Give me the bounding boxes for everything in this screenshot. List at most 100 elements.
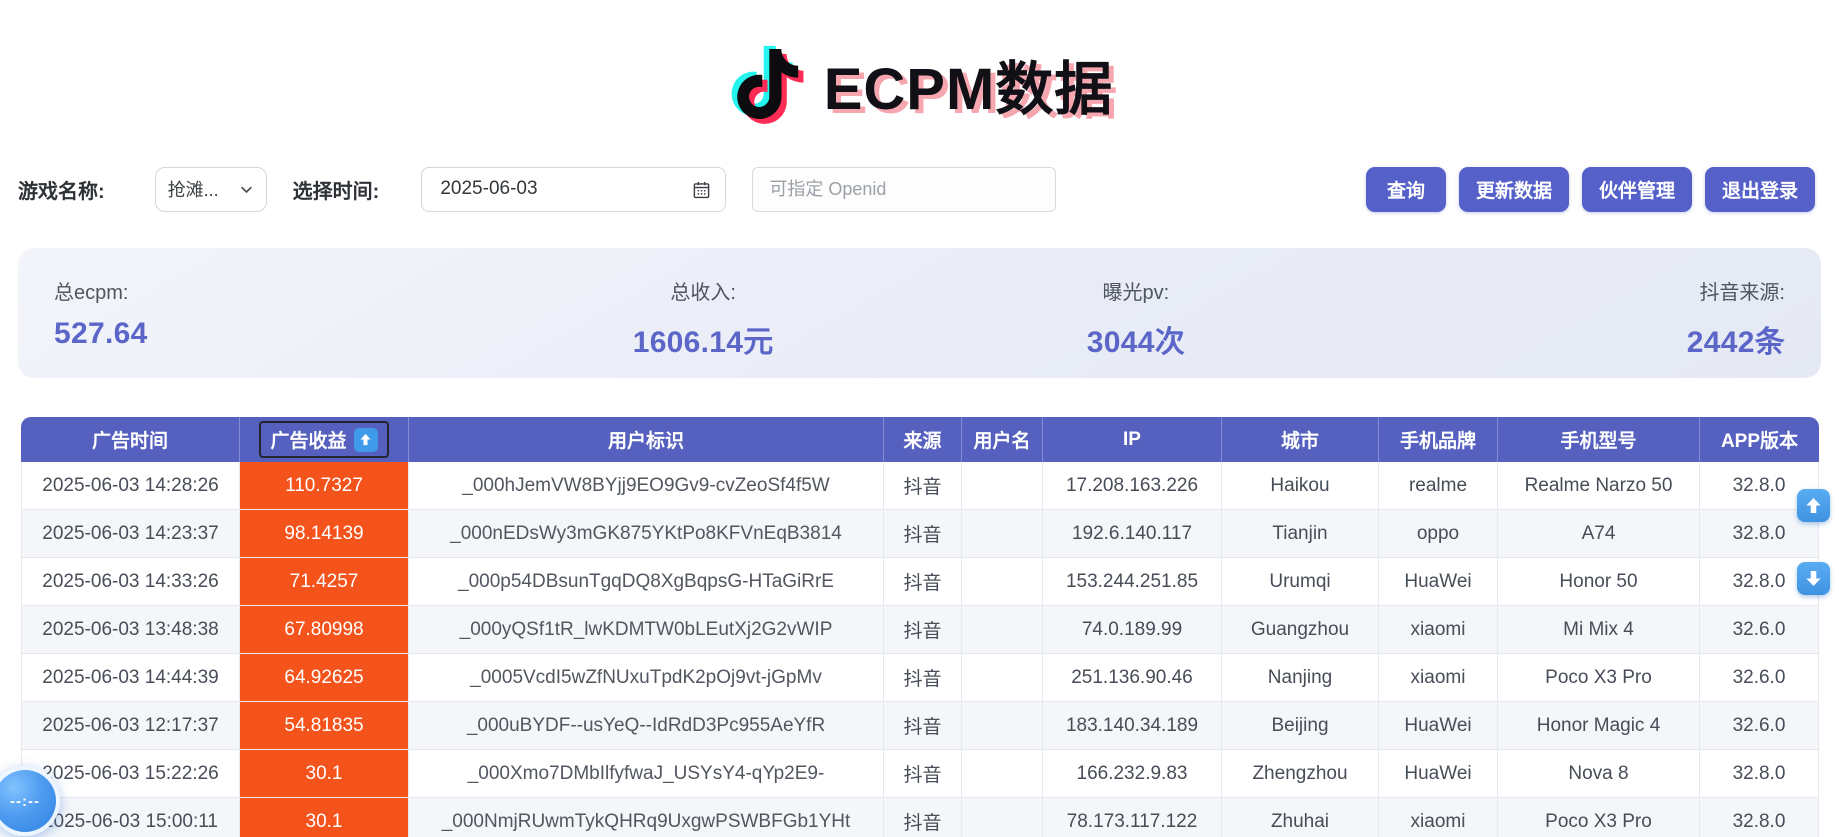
cell-username [962, 798, 1043, 837]
cell-phone-brand: realme [1379, 462, 1498, 510]
cell-app-version: 32.6.0 [1700, 606, 1819, 654]
cell-source: 抖音 [884, 654, 962, 702]
cell-app-version: 32.6.0 [1700, 654, 1819, 702]
arrow-up-icon [1804, 496, 1823, 515]
cell-user-id: _000Xmo7DMbIlfyfwaJ_USYsY4-qYp2E9- [409, 750, 884, 798]
logout-button[interactable]: 退出登录 [1705, 167, 1815, 212]
cell-ad-revenue: 98.14139 [240, 510, 409, 558]
cell-app-version: 32.8.0 [1700, 798, 1819, 837]
cell-ad-revenue: 67.80998 [240, 606, 409, 654]
cell-phone-model: A74 [1498, 510, 1700, 558]
game-name-label: 游戏名称: [18, 175, 105, 204]
cell-username [962, 510, 1043, 558]
table-row: 2025-06-03 14:33:26 71.4257 _000p54DBsun… [21, 558, 1819, 606]
tiktok-note-icon [726, 34, 810, 134]
cell-phone-model: Nova 8 [1498, 750, 1700, 798]
cell-phone-model: Honor Magic 4 [1498, 702, 1700, 750]
date-value: 2025-06-03 [440, 178, 537, 200]
cell-ad-revenue: 30.1 [240, 750, 409, 798]
cell-username [962, 702, 1043, 750]
table-row: 2025-06-03 12:17:37 54.81835 _000uBYDF--… [21, 702, 1819, 750]
cell-phone-model: Honor 50 [1498, 558, 1700, 606]
scroll-up-button[interactable] [1797, 489, 1830, 522]
cell-ad-time: 2025-06-03 12:17:37 [21, 702, 240, 750]
cell-ip: 183.140.34.189 [1043, 702, 1222, 750]
stat-label: 总收入: [487, 276, 920, 305]
cell-ip: 153.244.251.85 [1043, 558, 1222, 606]
cell-ip: 17.208.163.226 [1043, 462, 1222, 510]
page-title: ECPM数据 [824, 42, 1114, 126]
cell-app-version: 32.6.0 [1700, 702, 1819, 750]
revenue-sort-button[interactable]: 广告收益 [259, 421, 388, 458]
cell-source: 抖音 [884, 798, 962, 837]
cell-phone-model: Realme Narzo 50 [1498, 462, 1700, 510]
calendar-icon[interactable] [692, 180, 711, 199]
game-select[interactable]: 抢滩... [155, 167, 267, 212]
table-row: 2025-06-03 15:22:26 30.1 _000Xmo7DMbIlfy… [21, 750, 1819, 798]
cell-username [962, 462, 1043, 510]
update-data-button[interactable]: 更新数据 [1459, 167, 1569, 212]
cell-ip: 192.6.140.117 [1043, 510, 1222, 558]
select-time-label: 选择时间: [293, 175, 380, 204]
query-button[interactable]: 查询 [1366, 167, 1446, 212]
cell-source: 抖音 [884, 750, 962, 798]
filter-bar: 游戏名称: 抢滩... 选择时间: 2025-06-03 查询 更新数据 伙伴管… [0, 166, 1839, 212]
stats-summary-panel: 总ecpm: 527.64 总收入: 1606.14元 曝光pv: 3044次 … [18, 248, 1821, 378]
stat-label: 曝光pv: [920, 276, 1353, 305]
cell-ad-revenue: 30.1 [240, 798, 409, 837]
header-city: 城市 [1222, 417, 1379, 462]
cell-phone-brand: HuaWei [1379, 750, 1498, 798]
chevron-down-icon [239, 182, 254, 197]
cell-ad-time: 2025-06-03 14:33:26 [21, 558, 240, 606]
stat-value: 2442条 [1352, 317, 1785, 361]
cell-phone-brand: HuaWei [1379, 558, 1498, 606]
header-source: 来源 [884, 417, 962, 462]
stat-douyin-source: 抖音来源: 2442条 [1352, 276, 1785, 378]
stat-label: 总ecpm: [54, 276, 487, 305]
cell-ad-time: 2025-06-03 14:28:26 [21, 462, 240, 510]
cell-ad-time: 2025-06-03 14:44:39 [21, 654, 240, 702]
cell-ip: 78.173.117.122 [1043, 798, 1222, 837]
openid-input[interactable] [752, 167, 1056, 212]
header-ip: IP [1043, 417, 1222, 462]
cell-user-id: _0005VcdI5wZfNUxuTpdK2pOj9vt-jGpMv [409, 654, 884, 702]
stat-total-revenue: 总收入: 1606.14元 [487, 276, 920, 378]
cell-username [962, 606, 1043, 654]
cell-phone-model: Poco X3 Pro [1498, 798, 1700, 837]
cell-username [962, 558, 1043, 606]
header-ad-time: 广告时间 [21, 417, 240, 462]
header-phone-model: 手机型号 [1498, 417, 1700, 462]
header-user-id: 用户标识 [409, 417, 884, 462]
table-row: 2025-06-03 14:23:37 98.14139 _000nEDsWy3… [21, 510, 1819, 558]
partner-manage-button[interactable]: 伙伴管理 [1582, 167, 1692, 212]
ecpm-data-table: 广告时间 广告收益 用户标识 来源 用户名 IP 城市 手机品牌 手机型号 AP… [21, 417, 1819, 837]
cell-source: 抖音 [884, 606, 962, 654]
header-app-version: APP版本 [1700, 417, 1819, 462]
cell-city: Zhengzhou [1222, 750, 1379, 798]
cell-user-id: _000yQSf1tR_lwKDMTW0bLEutXj2G2vWIP [409, 606, 884, 654]
cell-ad-revenue: 110.7327 [240, 462, 409, 510]
stat-exposure-pv: 曝光pv: 3044次 [920, 276, 1353, 378]
action-buttons: 查询 更新数据 伙伴管理 退出登录 [1366, 167, 1815, 212]
cell-source: 抖音 [884, 558, 962, 606]
cell-user-id: _000p54DBsunTgqDQ8XgBqpsG-HTaGiRrE [409, 558, 884, 606]
cell-city: Zhuhai [1222, 798, 1379, 837]
cell-phone-brand: xiaomi [1379, 606, 1498, 654]
table-row: 2025-06-03 15:00:11 30.1 _000NmjRUwmTykQ… [21, 798, 1819, 837]
cell-city: Guangzhou [1222, 606, 1379, 654]
cell-source: 抖音 [884, 702, 962, 750]
scroll-down-button[interactable] [1797, 562, 1830, 595]
header-phone-brand: 手机品牌 [1379, 417, 1498, 462]
cell-phone-brand: oppo [1379, 510, 1498, 558]
date-picker-input[interactable]: 2025-06-03 [421, 167, 726, 212]
cell-user-id: _000hJemVW8BYjj9EO9Gv9-cvZeoSf4f5W [409, 462, 884, 510]
cell-app-version: 32.8.0 [1700, 750, 1819, 798]
cell-phone-brand: HuaWei [1379, 702, 1498, 750]
cell-city: Tianjin [1222, 510, 1379, 558]
header-username: 用户名 [962, 417, 1043, 462]
cell-phone-brand: xiaomi [1379, 798, 1498, 837]
cell-source: 抖音 [884, 462, 962, 510]
cell-ad-time: 2025-06-03 14:23:37 [21, 510, 240, 558]
cell-phone-model: Mi Mix 4 [1498, 606, 1700, 654]
cell-ip: 74.0.189.99 [1043, 606, 1222, 654]
